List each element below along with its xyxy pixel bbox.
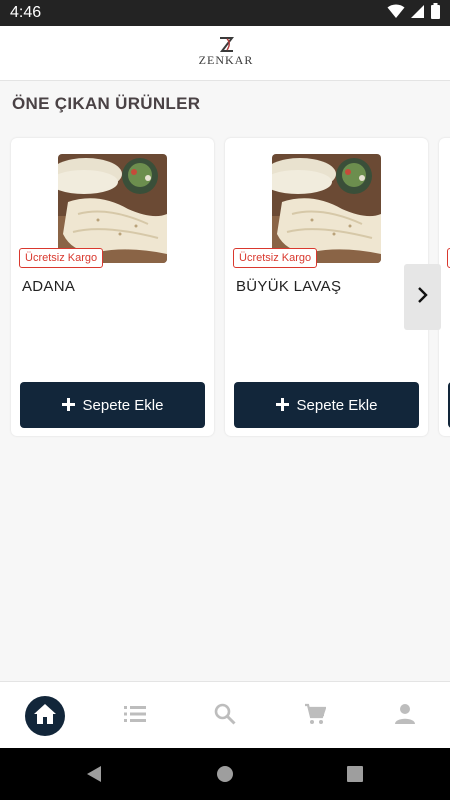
person-icon: [394, 703, 416, 730]
product-name[interactable]: BÜYÜK LAVAŞ: [236, 278, 341, 295]
add-to-cart-label: Sepete Ekle: [296, 396, 378, 414]
add-to-cart-button[interactable]: Sepete Ekle: [234, 382, 419, 428]
logo-mark: [218, 36, 235, 53]
app-screen: 4:46 ZENKAR ÖNE ÇIKAN ÜRÜNLER Ücretsiz K…: [0, 0, 450, 800]
carousel-next-button[interactable]: [404, 264, 441, 330]
home-circle-icon[interactable]: [215, 764, 235, 784]
nav-search[interactable]: [205, 696, 245, 736]
product-image[interactable]: [272, 154, 381, 263]
plus-icon: [61, 395, 75, 415]
cart-icon: [304, 703, 327, 730]
brand-name: ZENKAR: [198, 53, 254, 67]
chevron-right-icon: [417, 286, 429, 309]
nav-cart[interactable]: [295, 696, 335, 736]
app-header: ZENKAR: [0, 26, 450, 81]
signal-icon: [411, 3, 425, 24]
featured-products-carousel[interactable]: Ücretsiz Kargo ADANA Sepete Ekle Ücretsi…: [0, 136, 450, 440]
product-card[interactable]: Ücretsiz Kargo BÜYÜK LAVAŞ Sepete Ekle: [225, 138, 428, 436]
status-time: 4:46: [10, 4, 42, 21]
search-icon: [214, 703, 236, 730]
recents-square-icon[interactable]: [345, 764, 365, 784]
product-card[interactable]: Ücretsiz Kargo ADANA Sepete Ekle: [11, 138, 214, 436]
add-to-cart-label: Sepete Ekle: [82, 396, 164, 414]
nav-profile[interactable]: [385, 696, 425, 736]
add-to-cart-button[interactable]: Sepete Ekle: [20, 382, 205, 428]
list-icon: [124, 705, 146, 728]
back-icon[interactable]: [84, 764, 104, 784]
free-shipping-badge: Ücretsiz Kargo: [233, 248, 318, 268]
product-name[interactable]: ADANA: [22, 278, 75, 295]
status-bar: 4:46: [0, 0, 450, 26]
product-image[interactable]: [58, 154, 167, 263]
nav-categories[interactable]: [115, 696, 155, 736]
bottom-navigation: [0, 681, 450, 748]
status-icons: [387, 2, 440, 24]
nav-home[interactable]: [25, 696, 65, 736]
wifi-icon: [387, 3, 405, 24]
free-shipping-badge: Ücretsiz Kargo: [19, 248, 104, 268]
battery-icon: [431, 2, 440, 24]
section-title: ÖNE ÇIKAN ÜRÜNLER: [12, 94, 201, 113]
plus-icon: [275, 395, 289, 415]
system-navigation-bar: [0, 748, 450, 800]
brand-logo[interactable]: ZENKAR: [198, 36, 254, 72]
home-icon: [33, 703, 57, 730]
